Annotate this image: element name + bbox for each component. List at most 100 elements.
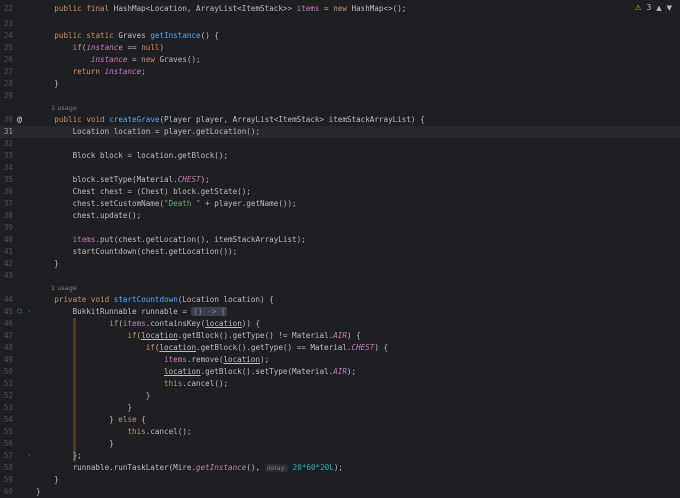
fold-chevron-icon[interactable]: › [26, 450, 32, 462]
code-line[interactable]: 45 ⬡ › BukkitRunnable runnable = () -> { [0, 306, 680, 318]
line-number[interactable]: 48 [0, 342, 13, 354]
line-number[interactable]: 44 [0, 294, 13, 306]
line-number[interactable]: 54 [0, 414, 13, 426]
code-text[interactable]: if(location.getBlock().getType() == Mate… [36, 342, 388, 354]
code-text[interactable]: items.put(chest.getLocation(), itemStack… [36, 234, 306, 246]
line-number[interactable]: 45 [0, 306, 13, 318]
line-number[interactable]: 27 [0, 66, 13, 78]
line-number[interactable]: 22 [0, 3, 13, 15]
code-text[interactable]: } [36, 390, 150, 402]
code-text[interactable]: block.setType(Material.CHEST); [36, 174, 210, 186]
code-text[interactable]: public static Graves getInstance() { [36, 30, 219, 42]
code-editor[interactable]: ⚠ 3 ▲ ▼ 22 public final HashMap<Location… [0, 0, 680, 496]
code-text[interactable]: Block block = location.getBlock(); [36, 150, 228, 162]
code-line[interactable]: 34 [0, 162, 680, 174]
line-number[interactable]: 33 [0, 150, 13, 162]
line-number[interactable]: 28 [0, 78, 13, 90]
code-line[interactable]: 42 } [0, 258, 680, 270]
code-text[interactable]: } [36, 402, 132, 414]
code-line[interactable]: 44 private void startCountdown(Location … [0, 294, 680, 306]
code-line[interactable]: 26 instance = new Graves(); [0, 54, 680, 66]
code-text[interactable]: this.cancel(); [36, 378, 228, 390]
code-text[interactable]: } [36, 438, 114, 450]
line-number[interactable]: 56 [0, 438, 13, 450]
code-line[interactable]: 22 public final HashMap<Location, ArrayL… [0, 3, 680, 15]
code-line[interactable]: 27 return instance; [0, 66, 680, 78]
line-number[interactable]: 34 [0, 162, 13, 174]
line-number[interactable]: 29 [0, 90, 13, 102]
code-text[interactable]: runnable.runTaskLater(Mire.getInstance()… [36, 462, 343, 474]
code-line[interactable]: 28 } [0, 78, 680, 90]
line-number[interactable]: 37 [0, 198, 13, 210]
code-text[interactable]: chest.update(); [36, 210, 142, 222]
code-line[interactable]: 47 if(location.getBlock().getType() != M… [0, 330, 680, 342]
code-text[interactable]: } [36, 78, 59, 90]
code-line[interactable]: 55 this.cancel(); [0, 426, 680, 438]
code-line[interactable]: 57 › }; [0, 450, 680, 462]
code-text[interactable]: instance = new Graves(); [36, 54, 201, 66]
line-number[interactable]: 32 [0, 138, 13, 150]
code-line[interactable]: 43 [0, 270, 680, 282]
code-line[interactable]: 48 if(location.getBlock().getType() == M… [0, 342, 680, 354]
code-line[interactable]: 46 if(items.containsKey(location)) { [0, 318, 680, 330]
line-number[interactable]: 50 [0, 366, 13, 378]
code-line[interactable]: 29 [0, 90, 680, 102]
code-line[interactable]: 54 } else { [0, 414, 680, 426]
code-line[interactable]: 53 } [0, 402, 680, 414]
line-number[interactable]: 55 [0, 426, 13, 438]
line-number[interactable]: 51 [0, 378, 13, 390]
code-line[interactable]: 33 Block block = location.getBlock(); [0, 150, 680, 162]
code-line[interactable]: 56 } [0, 438, 680, 450]
code-line[interactable]: 24 public static Graves getInstance() { [0, 30, 680, 42]
line-number[interactable]: 31 [0, 126, 13, 138]
line-number[interactable]: 30 [0, 114, 13, 126]
line-number[interactable]: 25 [0, 42, 13, 54]
code-text[interactable]: } [36, 474, 59, 486]
usage-hint-start-countdown[interactable]: 1 usage [51, 282, 77, 294]
line-number[interactable]: 43 [0, 270, 13, 282]
line-number[interactable]: 36 [0, 186, 13, 198]
line-number[interactable]: 26 [0, 54, 13, 66]
line-number[interactable]: 58 [0, 462, 13, 474]
line-number[interactable]: 59 [0, 474, 13, 486]
code-text[interactable]: startCountdown(chest.getLocation()); [36, 246, 238, 258]
line-number[interactable]: 39 [0, 222, 13, 234]
code-text[interactable]: }; [36, 450, 82, 462]
code-line[interactable]: 23 [0, 18, 680, 30]
fold-chevron-icon[interactable]: › [26, 306, 32, 318]
code-line[interactable]: 60} [0, 486, 680, 498]
code-line[interactable]: 51 this.cancel(); [0, 378, 680, 390]
line-number[interactable]: 52 [0, 390, 13, 402]
line-number[interactable]: 42 [0, 258, 13, 270]
code-line[interactable]: 59 } [0, 474, 680, 486]
code-line[interactable]: 32 [0, 138, 680, 150]
code-line[interactable]: 38 chest.update(); [0, 210, 680, 222]
line-number[interactable]: 57 [0, 450, 13, 462]
code-text[interactable]: BukkitRunnable runnable = () -> { [36, 306, 228, 318]
code-line[interactable]: 49 items.remove(location); [0, 354, 680, 366]
implements-method-icon[interactable]: ⬡ [15, 306, 24, 318]
line-number[interactable]: 53 [0, 402, 13, 414]
code-line[interactable]: 31 Location location = player.getLocatio… [0, 126, 680, 138]
code-line[interactable]: 30 @ public void createGrave(Player playe… [0, 114, 680, 126]
code-text[interactable]: this.cancel(); [36, 426, 191, 438]
code-line[interactable]: 58 runnable.runTaskLater(Mire.getInstanc… [0, 462, 680, 474]
implementation-at-icon[interactable]: @ [15, 114, 24, 126]
code-line[interactable]: 25 if(instance == null) [0, 42, 680, 54]
code-text[interactable]: } [36, 258, 59, 270]
code-text[interactable]: public final HashMap<Location, ArrayList… [36, 3, 406, 15]
code-line[interactable]: 41 startCountdown(chest.getLocation()); [0, 246, 680, 258]
code-text[interactable]: items.remove(location); [36, 354, 269, 366]
code-line[interactable]: 35 block.setType(Material.CHEST); [0, 174, 680, 186]
usage-hint-create-grave[interactable]: 1 usage [51, 102, 77, 114]
code-text[interactable]: } else { [36, 414, 146, 426]
line-number[interactable]: 23 [0, 18, 13, 30]
code-text[interactable]: Location location = player.getLocation()… [36, 126, 260, 138]
line-number[interactable]: 38 [0, 210, 13, 222]
line-number[interactable]: 35 [0, 174, 13, 186]
line-number[interactable]: 47 [0, 330, 13, 342]
code-line[interactable]: 52 } [0, 390, 680, 402]
code-text[interactable]: chest.setCustomName("Death " + player.ge… [36, 198, 297, 210]
line-number[interactable]: 40 [0, 234, 13, 246]
line-number[interactable]: 24 [0, 30, 13, 42]
